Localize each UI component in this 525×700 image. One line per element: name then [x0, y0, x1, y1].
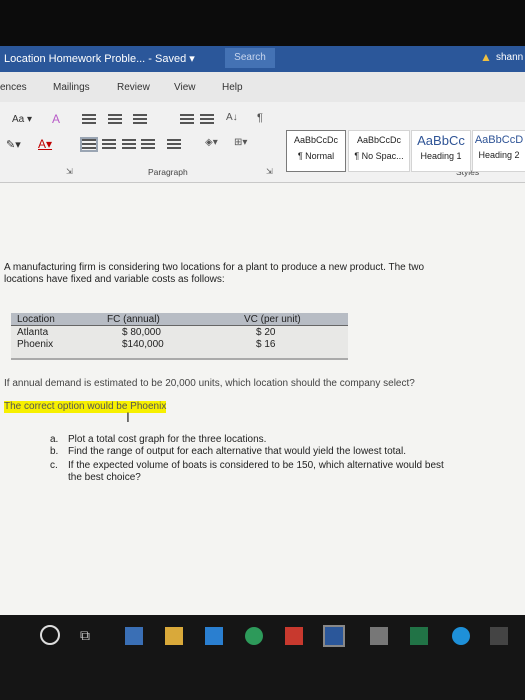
highlighter-icon[interactable]: ✎▾ — [6, 138, 21, 151]
line-spacing-icon[interactable] — [167, 139, 181, 150]
table-header-rule — [11, 325, 348, 326]
style-name: Heading 2 — [478, 150, 520, 160]
bullets-icon[interactable] — [82, 114, 96, 125]
numbering-icon[interactable] — [108, 114, 122, 125]
tab-help[interactable]: Help — [222, 82, 243, 93]
tab-view[interactable]: View — [174, 82, 196, 93]
tab-review[interactable]: Review — [117, 82, 150, 93]
table-header-vc: VC (per unit) — [244, 314, 301, 325]
document-canvas[interactable] — [0, 183, 525, 615]
task-view-icon[interactable]: ⧉ — [80, 627, 98, 645]
list-item-text: Find the range of output for each altern… — [68, 446, 406, 457]
align-center-icon[interactable] — [102, 139, 116, 150]
font-color-icon[interactable]: A▾ — [38, 137, 52, 151]
table-cell: $ 16 — [256, 339, 276, 350]
table-cell: $140,000 — [122, 339, 164, 350]
style-heading-1[interactable]: AaBbCc Heading 1 — [411, 130, 471, 172]
warning-icon[interactable]: ▲ — [480, 50, 492, 64]
search-label: Search — [234, 52, 266, 63]
paragraph-group-label: Paragraph — [148, 167, 188, 177]
excel-icon[interactable] — [410, 627, 428, 645]
style-name: Heading 1 — [420, 151, 462, 161]
sort-icon[interactable]: A↓ — [226, 112, 238, 124]
clear-formatting-button[interactable]: A — [52, 112, 60, 126]
title-bar: Location Homework Proble... - Saved ▾ Se… — [0, 46, 525, 72]
list-item-text: If the expected volume of boats is consi… — [68, 460, 444, 471]
taskbar — [0, 615, 525, 700]
screen-bezel — [0, 0, 525, 46]
list-marker: a. — [50, 434, 59, 445]
intro-line-2: locations have fixed and variable costs … — [4, 274, 225, 285]
paragraph-dialog-launcher-icon[interactable]: ⇲ — [266, 167, 273, 176]
word-icon[interactable] — [323, 625, 345, 647]
user-name[interactable]: shann — [496, 52, 523, 63]
list-item-text-continued: the best choice? — [68, 472, 141, 483]
font-size-button[interactable]: Aa ▾ — [12, 114, 32, 125]
style-normal[interactable]: AaBbCcDc ¶ Normal — [286, 130, 346, 172]
style-sample: AaBbCcD — [474, 134, 524, 146]
table-header-fc: FC (annual) — [107, 314, 160, 325]
style-name: ¶ No Spac... — [354, 151, 404, 161]
app-icon-2[interactable] — [285, 627, 303, 645]
edge-icon[interactable] — [452, 627, 470, 645]
app-icon-1[interactable] — [125, 627, 143, 645]
align-left-icon[interactable] — [80, 137, 98, 152]
answer-text[interactable]: The correct option would be Phoenix — [4, 401, 167, 413]
table-cell: Phoenix — [17, 339, 54, 350]
cortana-icon[interactable] — [40, 625, 60, 645]
style-no-spacing[interactable]: AaBbCcDc ¶ No Spac... — [348, 130, 410, 172]
list-marker: b. — [50, 446, 59, 457]
table-cell: $ 20 — [256, 327, 276, 338]
borders-icon[interactable]: ⊞▾ — [234, 137, 247, 149]
multilevel-list-icon[interactable] — [133, 114, 147, 125]
tab-references[interactable]: ences — [0, 82, 27, 93]
decrease-indent-icon[interactable] — [180, 114, 194, 125]
style-name: ¶ Normal — [297, 151, 335, 161]
chrome-icon[interactable] — [245, 627, 263, 645]
file-explorer-icon[interactable] — [165, 627, 183, 645]
table-cell: $ 80,000 — [122, 327, 161, 338]
style-sample: AaBbCcDc — [356, 135, 401, 145]
font-dialog-launcher-icon[interactable]: ⇲ — [66, 167, 73, 176]
table-header-location: Location — [17, 314, 55, 325]
style-sample: AaBbCc — [417, 133, 465, 148]
list-marker: c. — [50, 460, 58, 471]
calculator-icon[interactable] — [370, 627, 388, 645]
list-item-text: Plot a total cost graph for the three lo… — [68, 434, 267, 445]
increase-indent-icon[interactable] — [200, 114, 214, 125]
show-formatting-icon[interactable]: ¶ — [257, 112, 263, 124]
style-sample: AaBbCcDc — [293, 135, 338, 145]
question-text: If annual demand is estimated to be 20,0… — [4, 378, 415, 389]
align-right-icon[interactable] — [122, 139, 136, 150]
style-heading-2[interactable]: AaBbCcD Heading 2 — [472, 130, 525, 172]
ribbon-tab-bar: ences Mailings Review View Help — [0, 72, 525, 102]
search-box[interactable]: Search — [225, 48, 275, 68]
app-icon-3[interactable] — [490, 627, 508, 645]
store-icon[interactable] — [205, 627, 223, 645]
i-beam-cursor-icon: I — [126, 409, 130, 425]
justify-icon[interactable] — [141, 139, 155, 150]
table-cell: Atlanta — [17, 327, 49, 338]
document-title[interactable]: Location Homework Proble... - Saved ▾ — [4, 52, 195, 65]
tab-mailings[interactable]: Mailings — [53, 82, 90, 93]
shading-icon[interactable]: ◈▾ — [205, 137, 218, 149]
intro-line-1: A manufacturing firm is considering two … — [4, 262, 425, 273]
